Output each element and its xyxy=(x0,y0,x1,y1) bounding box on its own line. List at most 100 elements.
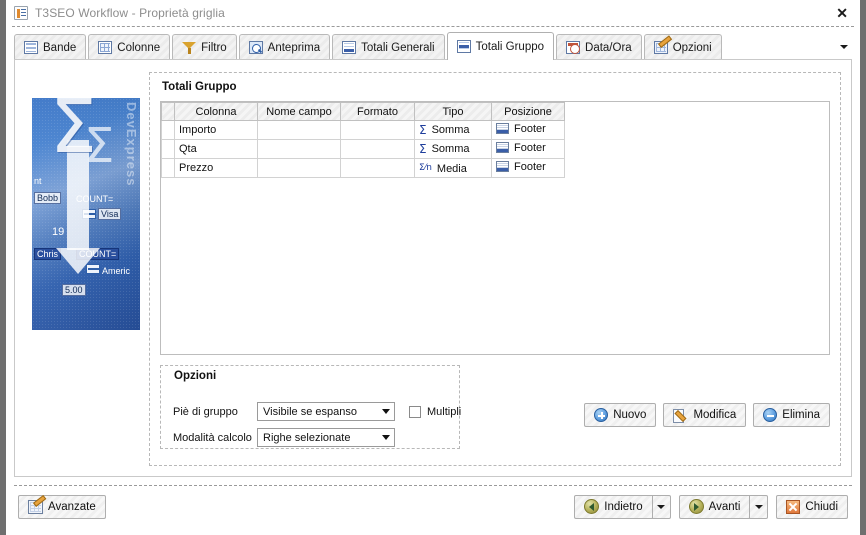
grid-action-buttons: Nuovo Modifica Elimina xyxy=(584,403,830,427)
cell-posizione[interactable]: Footer xyxy=(491,158,565,178)
tab-label: Opzioni xyxy=(672,41,712,54)
table-row[interactable]: Qta Σ Somma Footer xyxy=(161,139,565,159)
cell-formato[interactable] xyxy=(340,139,415,159)
pane-title: Totali Gruppo xyxy=(162,81,237,93)
tab-bande[interactable]: Bande xyxy=(14,34,87,60)
delete-button[interactable]: Elimina xyxy=(753,403,830,427)
cell-nome-campo[interactable] xyxy=(257,158,341,178)
close-button[interactable]: Chiudi xyxy=(776,494,848,519)
row-indicator[interactable] xyxy=(161,139,175,159)
cell-tipo[interactable]: Σ⁄n Media xyxy=(414,158,492,178)
calendar-clock-icon xyxy=(566,41,581,54)
cell-colonna[interactable]: Qta xyxy=(174,139,258,159)
tab-totali-gruppo[interactable]: Totali Gruppo xyxy=(446,32,555,60)
footer-band-icon xyxy=(496,142,509,154)
cell-tipo-label: Somma xyxy=(431,123,470,136)
multipli-checkbox[interactable] xyxy=(409,405,421,418)
row-indicator[interactable] xyxy=(161,158,175,178)
column-header-formato[interactable]: Formato xyxy=(340,102,415,121)
column-header-colonna[interactable]: Colonna xyxy=(174,102,258,121)
tab-colonne[interactable]: Colonne xyxy=(88,34,171,60)
grand-totals-icon xyxy=(342,41,357,54)
cell-posizione[interactable]: Footer xyxy=(491,120,565,140)
edit-button-label: Modifica xyxy=(693,409,737,421)
back-dropdown-button[interactable] xyxy=(652,494,671,519)
table-row[interactable]: Importo Σ Somma Footer xyxy=(161,120,565,140)
modalita-calcolo-value: Righe selezionate xyxy=(263,431,351,444)
tab-anteprima[interactable]: Anteprima xyxy=(238,34,331,60)
totals-table: Colonna Nome campo Formato Tipo Posizion… xyxy=(161,102,565,178)
window-close-button[interactable]: ✕ xyxy=(832,4,852,22)
dialog-window: T3SEO Workflow - Proprietà griglia ✕ Ban… xyxy=(0,0,866,535)
options-title: Opzioni xyxy=(171,370,220,382)
chevron-down-icon xyxy=(657,504,666,509)
magnifier-page-icon xyxy=(248,41,263,54)
tab-label: Colonne xyxy=(117,41,161,54)
plus-circle-icon xyxy=(594,408,609,422)
decorative-banner-image: DevExpress nt Bobb COUNT= Visa 19 Chris … xyxy=(32,98,140,330)
cell-nome-campo[interactable] xyxy=(257,139,341,159)
row-indicator[interactable] xyxy=(161,120,175,140)
close-x-icon xyxy=(786,499,801,514)
column-header-nome-campo[interactable]: Nome campo xyxy=(257,102,341,121)
pencil-edit-icon xyxy=(673,408,688,423)
modalita-calcolo-select[interactable]: Righe selezionate xyxy=(257,428,395,447)
new-button[interactable]: Nuovo xyxy=(584,403,657,427)
next-button[interactable]: Avanti xyxy=(678,494,751,519)
cell-tipo[interactable]: Σ Somma xyxy=(414,139,492,159)
banner-fragment: 5.00 xyxy=(62,284,86,296)
tab-overflow-button[interactable] xyxy=(836,34,852,60)
chevron-down-icon xyxy=(754,504,763,509)
cell-posizione[interactable]: Footer xyxy=(491,139,565,159)
tab-data-ora[interactable]: Data/Ora xyxy=(556,34,642,60)
sigma-over-n-icon: Σ⁄n xyxy=(419,163,432,174)
table-header-row: Colonna Nome campo Formato Tipo Posizion… xyxy=(161,102,565,121)
chevron-down-icon xyxy=(382,435,390,440)
back-button[interactable]: Indietro xyxy=(574,494,653,519)
chevron-down-icon xyxy=(382,409,390,414)
next-button-label: Avanti xyxy=(708,500,741,513)
cell-posizione-label: Footer xyxy=(514,160,546,173)
new-button-label: Nuovo xyxy=(613,409,647,421)
table-row[interactable]: Prezzo Σ⁄n Media Footer xyxy=(161,158,565,178)
tab-strip: Bande Colonne Filtro Anteprima Totali Ge… xyxy=(14,32,852,60)
minus-circle-icon xyxy=(763,408,778,422)
cell-colonna[interactable]: Prezzo xyxy=(174,158,258,178)
tab-opzioni[interactable]: Opzioni xyxy=(643,34,722,60)
title-divider xyxy=(12,26,854,27)
edit-button[interactable]: Modifica xyxy=(663,403,747,427)
forward-arrow-icon xyxy=(688,499,704,514)
cell-formato[interactable] xyxy=(340,120,415,140)
group-totals-grid[interactable]: Colonna Nome campo Formato Tipo Posizion… xyxy=(160,101,830,355)
grid-pencil-icon xyxy=(28,499,43,514)
banner-fragment: 19 xyxy=(52,226,65,238)
pie-di-gruppo-select[interactable]: Visibile se espanso xyxy=(257,402,395,421)
tab-label: Totali Generali xyxy=(361,41,435,54)
cell-posizione-label: Footer xyxy=(514,141,546,154)
cell-colonna[interactable]: Importo xyxy=(174,120,258,140)
column-header-posizione[interactable]: Posizione xyxy=(491,102,565,121)
content-inner: DevExpress nt Bobb COUNT= Visa 19 Chris … xyxy=(19,64,847,472)
tab-filtro[interactable]: Filtro xyxy=(172,34,237,60)
cell-tipo[interactable]: Σ Somma xyxy=(414,120,492,140)
cell-formato[interactable] xyxy=(340,158,415,178)
back-split-button: Indietro xyxy=(574,494,671,519)
sigma-symbol-large: Σ xyxy=(50,98,97,170)
cell-tipo-label: Media xyxy=(436,162,467,175)
title-bar: T3SEO Workflow - Proprietà griglia ✕ xyxy=(6,0,860,26)
tab-label: Bande xyxy=(43,41,77,54)
tab-totali-generali[interactable]: Totali Generali xyxy=(332,34,445,60)
pie-di-gruppo-value: Visibile se espanso xyxy=(263,405,357,418)
close-button-label: Chiudi xyxy=(805,500,838,513)
next-split-button: Avanti xyxy=(678,494,769,519)
banner-fragment: Visa xyxy=(98,208,122,220)
back-arrow-icon xyxy=(584,499,600,514)
next-dropdown-button[interactable] xyxy=(750,494,769,519)
banner-fragment: Bobb xyxy=(34,192,62,204)
grid-pencil-icon xyxy=(653,41,668,54)
tab-label: Anteprima xyxy=(267,41,321,54)
column-header-tipo[interactable]: Tipo xyxy=(414,102,492,121)
cell-nome-campo[interactable] xyxy=(257,120,341,140)
banner-watermark-text: DevExpress xyxy=(124,102,139,187)
advanced-button[interactable]: Avanzate xyxy=(18,494,106,519)
